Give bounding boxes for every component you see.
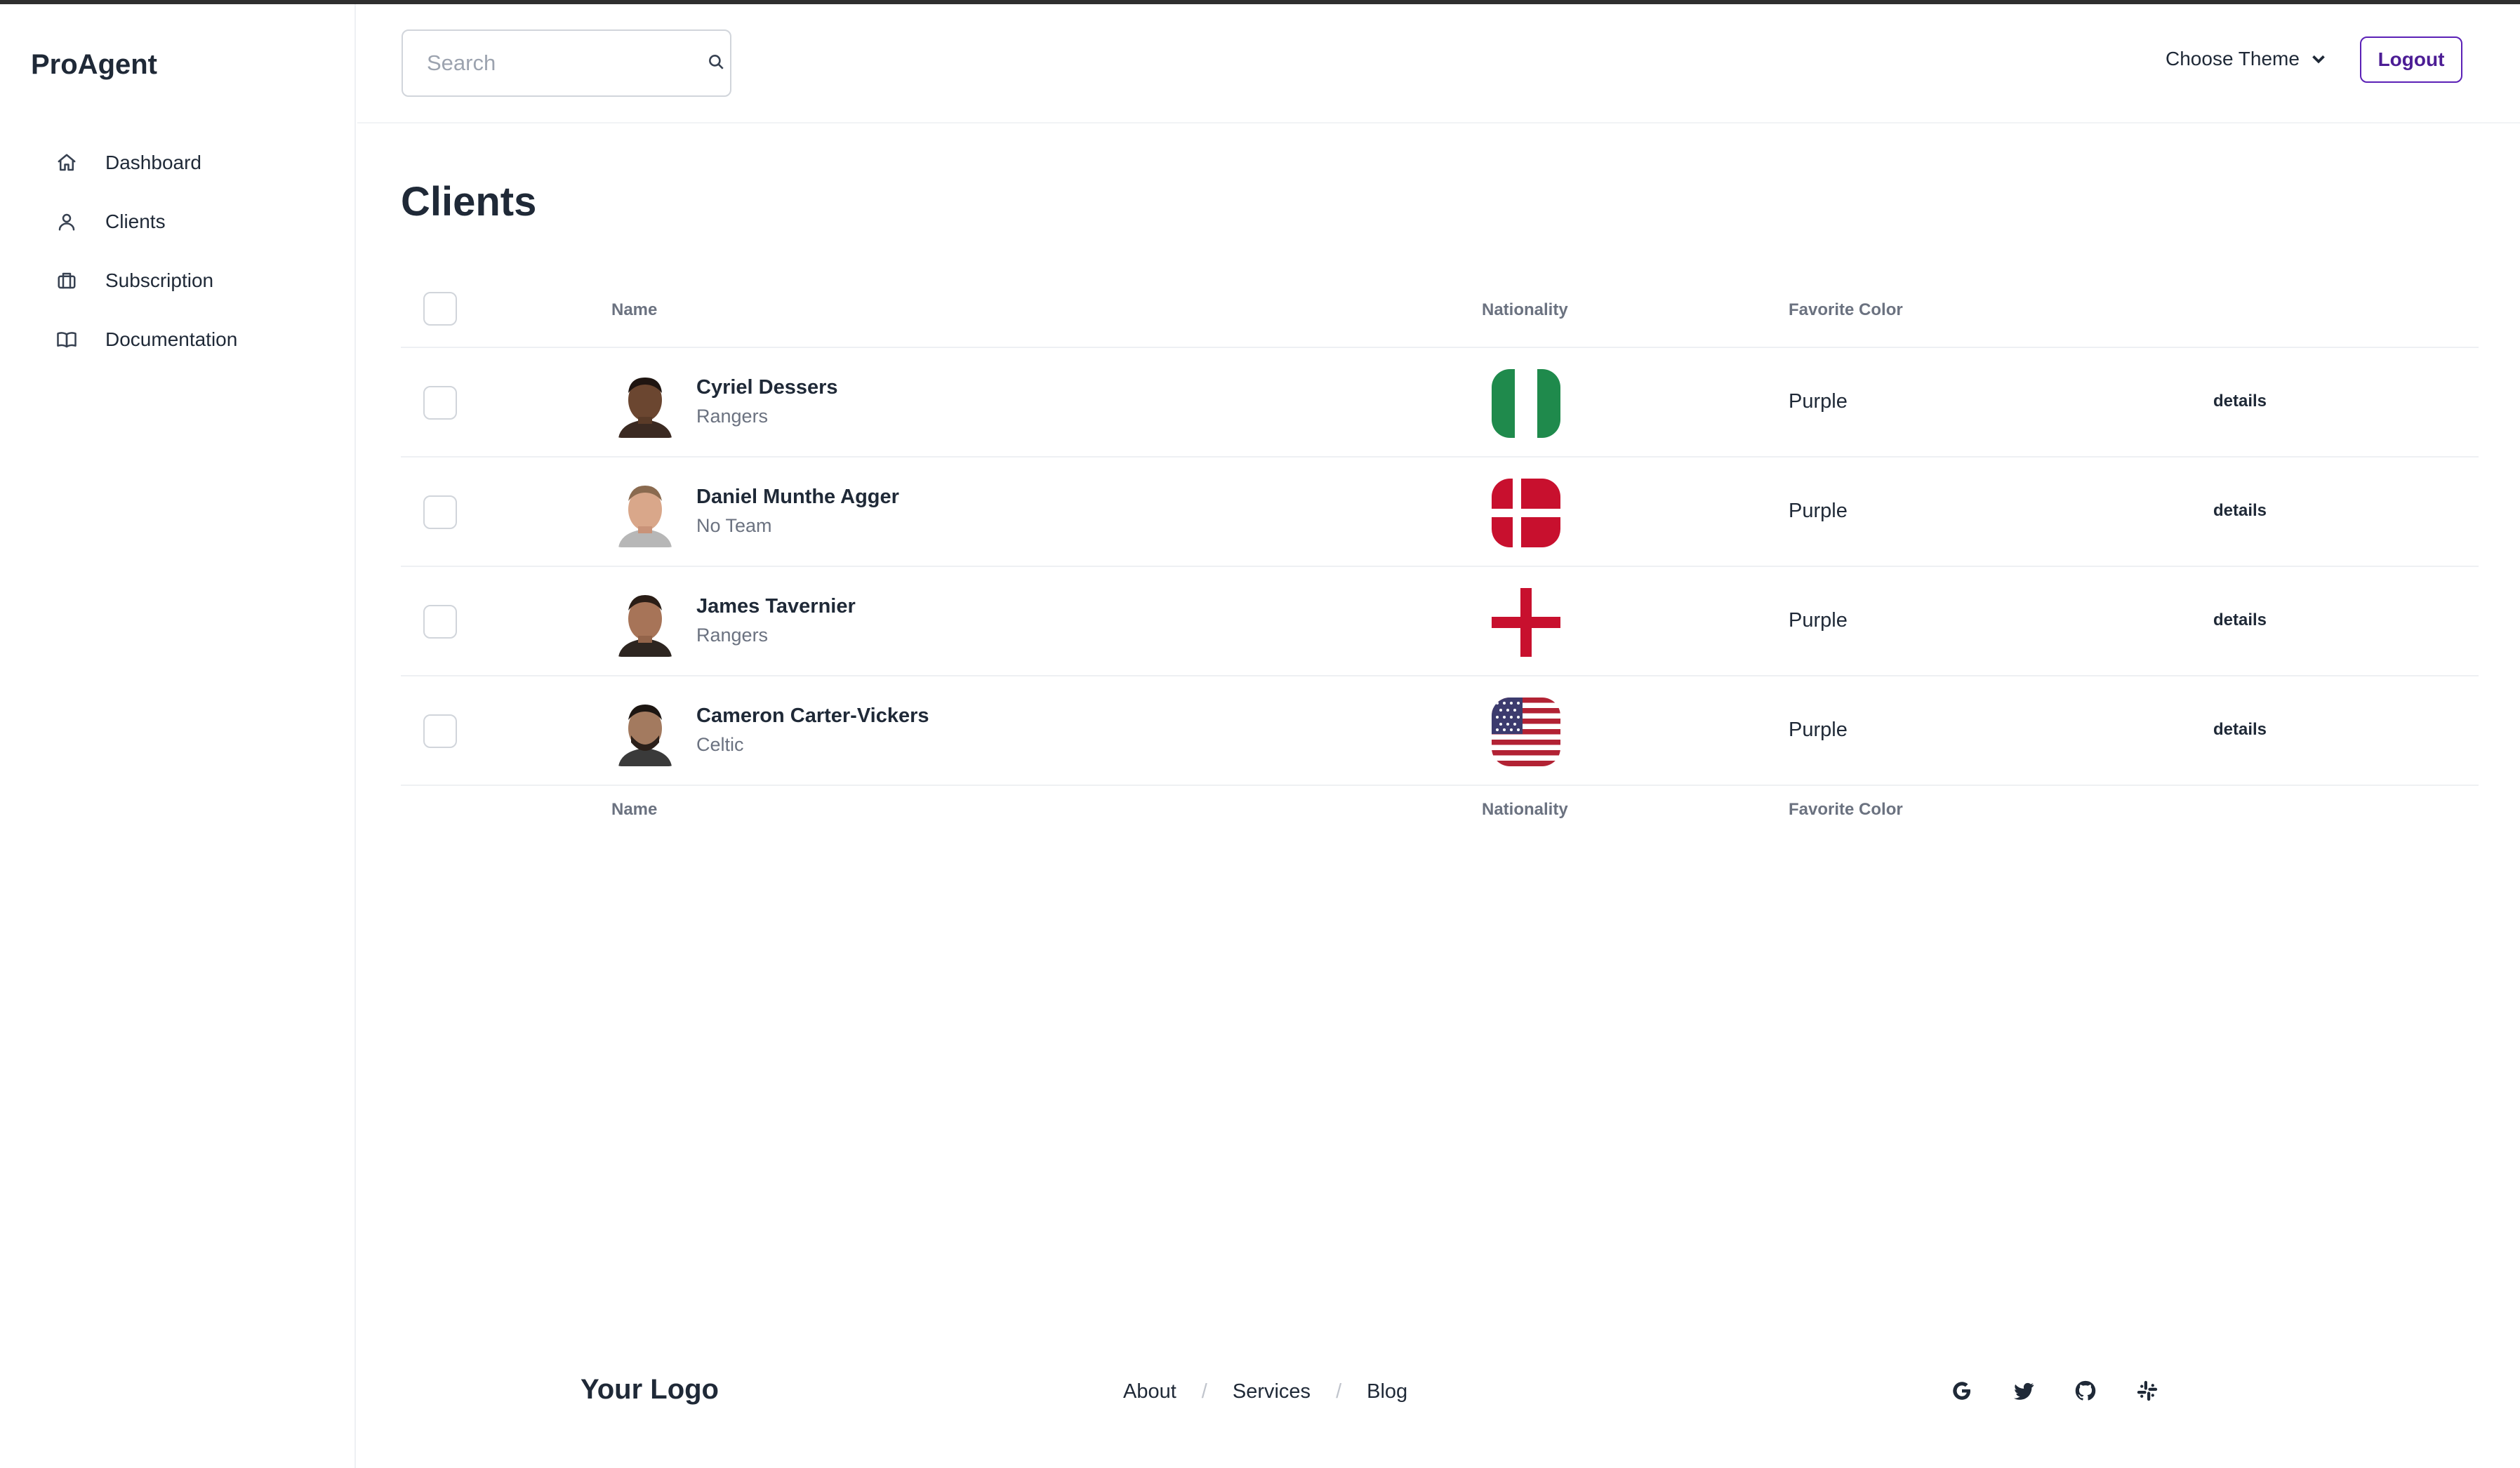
client-team: No Team	[696, 515, 772, 536]
footer-logo[interactable]: Your Logo	[581, 1374, 719, 1406]
details-link[interactable]: details	[2213, 501, 2267, 521]
row-checkbox[interactable]	[423, 605, 457, 639]
sidebar-item-subscription[interactable]: Subscription	[42, 251, 337, 310]
avatar	[611, 587, 679, 657]
table-footer: Name Nationality Favorite Color	[401, 786, 2479, 855]
column-header-nationality: Nationality	[1482, 300, 1568, 319]
sidebar: ProAgent Dashboard Clients Subscription …	[0, 4, 356, 1468]
details-link[interactable]: details	[2213, 392, 2267, 411]
briefcase-icon	[55, 269, 79, 293]
row-checkbox[interactable]	[423, 495, 457, 529]
client-name[interactable]: Cyriel Dessers	[696, 376, 838, 399]
table-row: Daniel Munthe Agger No Team Purple detai…	[401, 458, 2479, 567]
avatar	[611, 696, 679, 766]
twitter-icon[interactable]	[2010, 1377, 2038, 1405]
footer-link-separator: /	[1201, 1380, 1207, 1403]
avatar	[611, 477, 679, 547]
chevron-down-icon	[2312, 55, 2325, 64]
client-name[interactable]: Cameron Carter-Vickers	[696, 705, 929, 728]
details-link[interactable]: details	[2213, 720, 2267, 740]
client-team: Celtic	[696, 734, 744, 755]
brand-logo[interactable]: ProAgent	[31, 49, 157, 81]
top-header: Choose Theme Logout	[357, 4, 2520, 124]
client-name[interactable]: James Tavernier	[696, 595, 856, 618]
sidebar-item-label: Dashboard	[105, 152, 201, 173]
column-footer-favorite-color: Favorite Color	[1789, 800, 1903, 819]
avatar	[611, 368, 679, 438]
client-name[interactable]: Daniel Munthe Agger	[696, 486, 899, 509]
book-icon	[55, 328, 79, 352]
theme-dropdown-label: Choose Theme	[2166, 48, 2300, 69]
google-icon[interactable]	[1948, 1377, 1976, 1405]
column-header-favorite-color: Favorite Color	[1789, 300, 1903, 319]
footer-link-about[interactable]: About	[1123, 1380, 1176, 1403]
favorite-color: Purple	[1789, 719, 1848, 741]
github-icon[interactable]	[2071, 1377, 2100, 1405]
row-checkbox[interactable]	[423, 714, 457, 748]
england-flag-icon	[1492, 588, 1560, 657]
table-header: Name Nationality Favorite Color	[401, 279, 2479, 348]
usa-flag-icon	[1492, 698, 1560, 766]
user-icon	[55, 210, 79, 234]
sidebar-item-label: Documentation	[105, 328, 238, 350]
table-row: James Tavernier Rangers Purple details	[401, 567, 2479, 676]
home-icon	[55, 151, 79, 175]
social-links	[1948, 1377, 2195, 1405]
client-team: Rangers	[696, 625, 769, 646]
select-all-checkbox[interactable]	[423, 292, 457, 326]
column-footer-nationality: Nationality	[1482, 800, 1568, 819]
sidebar-item-clients[interactable]: Clients	[42, 192, 337, 251]
nigeria-flag-icon	[1492, 369, 1560, 438]
sidebar-nav: Dashboard Clients Subscription Documenta…	[42, 133, 337, 369]
footer-link-separator: /	[1336, 1380, 1342, 1403]
sidebar-item-label: Clients	[105, 211, 166, 232]
logout-button[interactable]: Logout	[2360, 36, 2462, 83]
footer-links: About / Services / Blog	[1123, 1380, 1407, 1403]
favorite-color: Purple	[1789, 390, 1848, 413]
client-team: Rangers	[696, 406, 769, 427]
footer-link-services[interactable]: Services	[1233, 1380, 1311, 1403]
table-row: Cameron Carter-Vickers Celtic Purple det…	[401, 676, 2479, 786]
page-title: Clients	[401, 179, 537, 225]
clients-table: Name Nationality Favorite Color Cyriel D…	[401, 279, 2479, 855]
table-row: Cyriel Dessers Rangers Purple details	[401, 348, 2479, 458]
slack-icon[interactable]	[2133, 1377, 2161, 1405]
footer-link-blog[interactable]: Blog	[1367, 1380, 1407, 1403]
row-checkbox[interactable]	[423, 386, 457, 420]
sidebar-item-label: Subscription	[105, 269, 214, 291]
theme-dropdown[interactable]: Choose Theme	[2166, 48, 2329, 70]
search-input[interactable]	[427, 51, 707, 76]
sidebar-item-dashboard[interactable]: Dashboard	[42, 133, 337, 192]
favorite-color: Purple	[1789, 609, 1848, 632]
sidebar-item-documentation[interactable]: Documentation	[42, 310, 337, 369]
column-footer-name: Name	[611, 800, 658, 819]
denmark-flag-icon	[1492, 479, 1560, 547]
search-icon[interactable]	[707, 53, 725, 74]
details-link[interactable]: details	[2213, 610, 2267, 630]
column-header-name: Name	[611, 300, 658, 319]
search-box	[402, 29, 731, 97]
favorite-color: Purple	[1789, 500, 1848, 522]
